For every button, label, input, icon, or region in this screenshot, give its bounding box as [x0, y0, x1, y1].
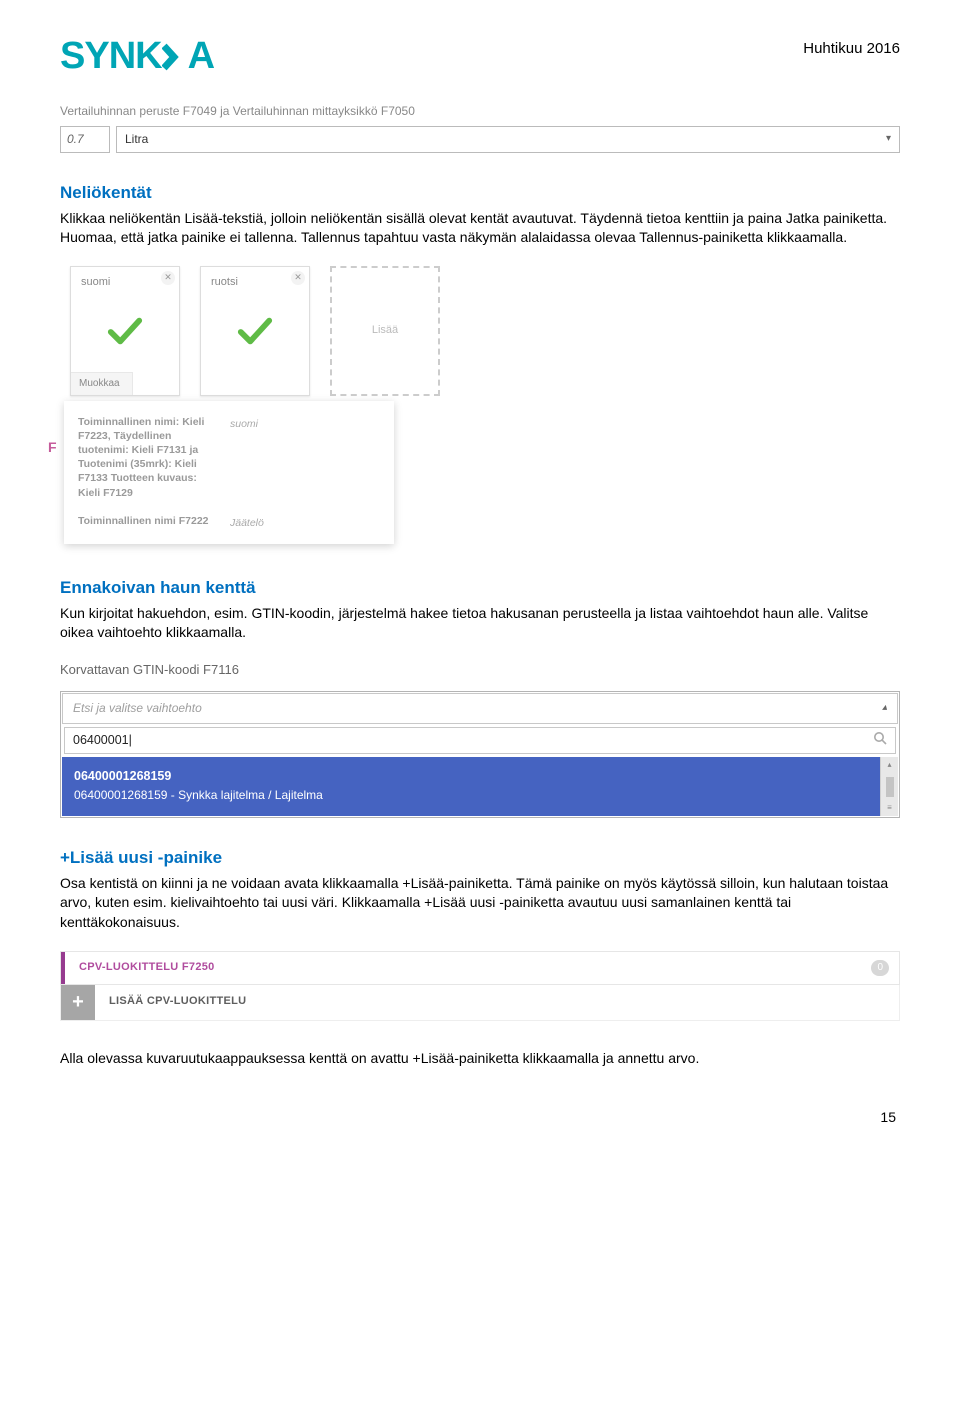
search-icon — [873, 731, 887, 751]
cpv-header-row[interactable]: CPV-LUOKITTELU F7250 0 — [60, 951, 900, 985]
language-card-suomi[interactable]: suomi ✕ Muokkaa — [70, 266, 180, 396]
chevron-up-icon: ▴ — [882, 701, 887, 715]
edit-button[interactable]: Muokkaa — [71, 372, 133, 395]
search-input-value: 06400001| — [73, 732, 132, 750]
check-icon — [106, 316, 144, 346]
unit-select-value: Litra — [125, 131, 148, 148]
detail-value-1: suomi — [230, 415, 380, 500]
section-body-1: Klikkaa neliökentän Lisää-tekstiä, jollo… — [60, 209, 900, 248]
search-input[interactable]: 06400001| — [64, 727, 896, 755]
cpv-add-button[interactable]: + LISÄÄ CPV-LUOKITTELU — [60, 985, 900, 1021]
search-placeholder-row[interactable]: Etsi ja valitse vaihtoehto ▴ — [62, 693, 898, 724]
plus-icon: + — [61, 985, 95, 1020]
document-date: Huhtikuu 2016 — [803, 30, 900, 59]
brand-logo: SYNKA — [60, 30, 214, 83]
cpv-add-label: LISÄÄ CPV-LUOKITTELU — [95, 985, 899, 1020]
comparison-price-input[interactable]: 0.7 — [60, 126, 110, 153]
result-description: 06400001268159 - Synkka lajitelma / Laji… — [74, 786, 886, 804]
page-header: SYNKA Huhtikuu 2016 — [60, 30, 900, 83]
close-icon[interactable]: ✕ — [291, 271, 305, 285]
add-card-label: Lisää — [372, 323, 398, 338]
count-badge: 0 — [871, 960, 889, 976]
search-placeholder-text: Etsi ja valitse vaihtoehto — [73, 700, 202, 717]
detail-label-1: Toiminnallinen nimi: Kieli F7223, Täydel… — [78, 415, 218, 500]
page-number: 15 — [60, 1108, 900, 1128]
result-title: 06400001268159 — [74, 767, 886, 786]
scrollbar[interactable]: ▴≡ — [880, 757, 898, 816]
cpv-classification-block: CPV-LUOKITTELU F7250 0 + LISÄÄ CPV-LUOKI… — [60, 951, 900, 1021]
card-title: ruotsi — [211, 275, 238, 290]
section-body-2: Kun kirjoitat hakuehdon, esim. GTIN-kood… — [60, 604, 900, 643]
gtin-search-block: Korvattavan GTIN-koodi F7116 Etsi ja val… — [60, 661, 900, 818]
language-cards-panel: F suomi ✕ Muokkaa ruotsi ✕ Lisää Toiminn… — [70, 266, 510, 546]
section-body-3: Osa kentistä on kiinni ja ne voidaan ava… — [60, 874, 900, 933]
add-language-card[interactable]: Lisää — [330, 266, 440, 396]
detail-label-2: Toiminnallinen nimi F7222 — [78, 514, 218, 531]
footer-body-text: Alla olevassa kuvaruutukaappauksessa ken… — [60, 1049, 900, 1069]
section-heading-neliokenttat: Neliökentät — [60, 181, 900, 205]
section-heading-ennakoivan: Ennakoivan haun kenttä — [60, 576, 900, 600]
card-detail-popover: Toiminnallinen nimi: Kieli F7223, Täydel… — [64, 401, 394, 545]
combo-field-label: Vertailuhinnan peruste F7049 ja Vertailu… — [60, 103, 900, 120]
cpv-title: CPV-LUOKITTELU F7250 — [65, 952, 871, 984]
unit-select[interactable]: Litra ▾ — [116, 126, 900, 153]
detail-value-2: Jäätelö — [230, 514, 380, 531]
decorative-letter: F — [48, 438, 57, 458]
check-icon — [236, 316, 274, 346]
chevron-down-icon: ▾ — [886, 132, 891, 146]
card-title: suomi — [81, 275, 110, 290]
language-card-ruotsi[interactable]: ruotsi ✕ — [200, 266, 310, 396]
search-field-label: Korvattavan GTIN-koodi F7116 — [60, 661, 900, 679]
close-icon[interactable]: ✕ — [161, 271, 175, 285]
section-heading-lisaa: +Lisää uusi -painike — [60, 846, 900, 870]
search-result-item[interactable]: 06400001268159 06400001268159 - Synkka l… — [62, 757, 898, 816]
